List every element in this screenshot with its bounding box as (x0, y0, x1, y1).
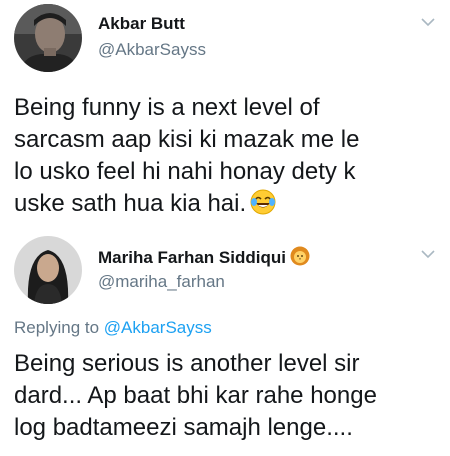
replying-prefix: Replying to (14, 318, 100, 337)
tweet-mariha: Mariha Farhan Siddiqui @mariha_farhan Re… (0, 232, 450, 456)
tweet-text-line: dard... Ap baat bhi kar rahe honge (14, 382, 377, 409)
replying-to: Replying to @AkbarSayss (14, 318, 212, 338)
avatar-mariha[interactable] (14, 236, 82, 304)
tweet-text-line: log badtameezi samajh lenge.... (14, 414, 353, 441)
tweet-text: Being serious is another level sir dard.… (14, 348, 444, 444)
display-name[interactable]: Akbar Butt (98, 14, 185, 34)
handle[interactable]: @AkbarSayss (98, 40, 206, 60)
tweet-text-line: Being serious is another level sir (14, 350, 360, 377)
replying-mention-link[interactable]: @AkbarSayss (104, 318, 212, 337)
tweet-akbar: Akbar Butt @AkbarSayss Being funny is a … (0, 0, 450, 232)
handle[interactable]: @mariha_farhan (98, 272, 225, 292)
face-with-tears-of-joy-icon (250, 189, 276, 224)
tweet-text-line: lo usko feel hi nahi honay dety k (14, 158, 356, 185)
lion-face-icon (290, 246, 310, 271)
chevron-down-icon[interactable] (420, 16, 436, 28)
tweet-text-line: Being funny is a next level of (14, 94, 320, 121)
chevron-down-icon[interactable] (420, 248, 436, 260)
avatar-akbar[interactable] (14, 4, 82, 72)
tweet-text-line: uske sath hua kia hai. (14, 188, 444, 224)
tweet-text-line: sarcasm aap kisi ki mazak me le (14, 126, 360, 153)
tweet-text: Being funny is a next level of sarcasm a… (14, 92, 444, 224)
display-name[interactable]: Mariha Farhan Siddiqui (98, 246, 310, 271)
